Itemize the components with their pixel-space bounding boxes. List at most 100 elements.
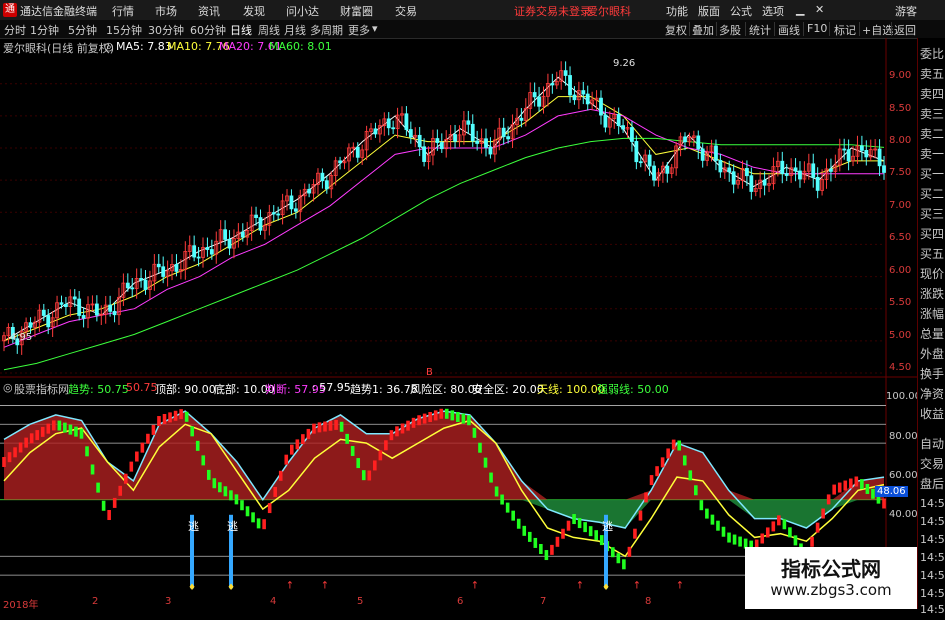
quote-label-buy3[interactable]: 买三 bbox=[920, 204, 945, 224]
tab-monthly[interactable]: 月线 bbox=[284, 22, 306, 38]
menu-item-caifuquan[interactable]: 财富圈 bbox=[340, 3, 373, 19]
trend-bar bbox=[433, 410, 438, 421]
tool-biaoji[interactable]: 标记 bbox=[834, 22, 856, 38]
menu-item-zixun[interactable]: 资讯 bbox=[198, 3, 220, 19]
quote-label-buy5[interactable]: 买五 bbox=[920, 244, 945, 264]
minimize-icon[interactable]: ▁ bbox=[796, 3, 804, 16]
quote-label-sell5[interactable]: 卖五 bbox=[920, 64, 945, 84]
trend-bar bbox=[666, 448, 670, 459]
tab-multi-period[interactable]: 多周期 bbox=[310, 22, 343, 38]
quote-label-weibi[interactable]: 委比 bbox=[920, 44, 945, 64]
quote-label-sell4[interactable]: 卖四 bbox=[920, 84, 945, 104]
menu-item-gongshi[interactable]: 公式 bbox=[730, 3, 752, 19]
quote-label-afterhours[interactable]: 盘后 bbox=[920, 474, 945, 494]
tool-duogu[interactable]: 多股 bbox=[719, 22, 741, 38]
menu-item-xuanxiang[interactable]: 选项 bbox=[762, 3, 784, 19]
trend-bar bbox=[699, 500, 704, 511]
candle-body bbox=[652, 165, 656, 181]
watermark: 指标公式网 www.zbgs3.com bbox=[745, 547, 917, 609]
quote-label-nav[interactable]: 净资 bbox=[920, 384, 945, 404]
trend-bar bbox=[815, 522, 820, 533]
ma5-label: MA5: 7.83 bbox=[116, 40, 172, 53]
quote-label-sell1[interactable]: 卖一 bbox=[920, 144, 945, 164]
trend-bar bbox=[522, 525, 527, 536]
kline-chart[interactable]: ♦ ♦ ♦ ↑ ↑ ↑ ↑ ↑ ↑ bbox=[0, 38, 917, 609]
candle-body bbox=[488, 147, 493, 155]
trend-bar bbox=[450, 410, 455, 421]
trend-bar bbox=[417, 415, 421, 426]
quote-label-buy2[interactable]: 买二 bbox=[920, 184, 945, 204]
quote-label-auto[interactable]: 自动 bbox=[920, 434, 945, 454]
candle-body bbox=[718, 159, 723, 173]
candle-body bbox=[700, 148, 705, 161]
tool-diejia[interactable]: 叠加 bbox=[692, 22, 714, 38]
tool-add-watchlist[interactable]: +自选 bbox=[862, 22, 893, 38]
chevron-down-icon[interactable]: ▾ bbox=[372, 22, 378, 35]
menu-item-banmian[interactable]: 版面 bbox=[698, 3, 720, 19]
menu-item-wenxiaoda[interactable]: 问小达 bbox=[286, 3, 319, 19]
menu-item-shichang[interactable]: 市场 bbox=[155, 3, 177, 19]
quote-label-turnover[interactable]: 换手 bbox=[920, 364, 945, 384]
quote-label-change-pct[interactable]: 涨幅 bbox=[920, 304, 945, 324]
settings-icon[interactable]: ◎ bbox=[3, 381, 13, 394]
tab-more[interactable]: 更多 bbox=[348, 22, 370, 38]
tool-tongji[interactable]: 统计 bbox=[749, 22, 771, 38]
candle-body bbox=[125, 282, 130, 289]
escape-signal-label: 逃 bbox=[602, 520, 613, 533]
tool-huaxian[interactable]: 画线 bbox=[778, 22, 800, 38]
candle-body bbox=[683, 136, 687, 143]
trend-bar bbox=[367, 470, 372, 481]
trend-bar bbox=[96, 482, 100, 493]
menu-item-gongneng[interactable]: 功能 bbox=[666, 3, 688, 19]
quote-label-sell3[interactable]: 卖三 bbox=[920, 104, 945, 124]
trend-bar bbox=[206, 469, 211, 480]
trend-bar bbox=[483, 457, 488, 468]
menu-item-hangqing[interactable]: 行情 bbox=[112, 3, 134, 19]
quote-label-trade[interactable]: 交易 bbox=[920, 454, 945, 474]
trend-bar bbox=[74, 426, 78, 437]
candle-body bbox=[616, 114, 621, 127]
tab-5min[interactable]: 5分钟 bbox=[68, 22, 97, 38]
tab-weekly[interactable]: 周线 bbox=[258, 22, 280, 38]
tab-60min[interactable]: 60分钟 bbox=[190, 22, 226, 38]
menu-item-jiaoyi[interactable]: 交易 bbox=[395, 3, 417, 19]
quote-label-buy4[interactable]: 买四 bbox=[920, 224, 945, 244]
trend-bar bbox=[323, 421, 327, 432]
quote-label-price[interactable]: 现价 bbox=[920, 264, 945, 284]
current-stock-name: 爱尔眼科 bbox=[587, 5, 631, 18]
quote-label-sell2[interactable]: 卖二 bbox=[920, 124, 945, 144]
guest-user[interactable]: 游客 bbox=[895, 3, 917, 19]
quote-label-eps[interactable]: 收益 bbox=[920, 404, 945, 424]
candle-body bbox=[727, 167, 732, 173]
quote-label-change[interactable]: 涨跌 bbox=[920, 284, 945, 304]
trend-bar bbox=[411, 417, 416, 428]
trend-bar bbox=[350, 445, 355, 456]
close-icon[interactable]: ✕ bbox=[815, 3, 824, 16]
trend-bar bbox=[616, 553, 621, 564]
trend-bar bbox=[184, 411, 189, 422]
x-axis-label: 4 bbox=[270, 596, 277, 607]
candle-body bbox=[846, 149, 851, 162]
candle-body bbox=[519, 117, 524, 121]
tab-15min[interactable]: 15分钟 bbox=[106, 22, 142, 38]
trend-bar bbox=[157, 416, 161, 427]
candle-body bbox=[28, 322, 33, 328]
divider bbox=[774, 22, 775, 36]
trend-bar bbox=[85, 446, 89, 457]
tool-back[interactable]: 返回 bbox=[894, 22, 916, 38]
tool-f10[interactable]: F10 bbox=[807, 22, 827, 35]
quote-label-volume[interactable]: 总量 bbox=[920, 324, 945, 344]
tab-fenshi[interactable]: 分时 bbox=[4, 22, 26, 38]
tool-fuquan[interactable]: 复权 bbox=[665, 22, 687, 38]
trade-login-warning[interactable]: 证券交易未登录 bbox=[514, 3, 591, 19]
trend-bar bbox=[24, 437, 28, 448]
quote-label-buy1[interactable]: 买一 bbox=[920, 164, 945, 184]
tab-daily[interactable]: 日线 bbox=[230, 22, 252, 38]
trend-bar bbox=[129, 461, 134, 472]
tab-30min[interactable]: 30分钟 bbox=[148, 22, 184, 38]
price-axis-label: 7.00 bbox=[889, 200, 912, 211]
menu-item-faxian[interactable]: 发现 bbox=[243, 3, 265, 19]
settings-icon[interactable]: ◎ bbox=[104, 40, 114, 53]
tab-1min[interactable]: 1分钟 bbox=[30, 22, 59, 38]
quote-label-outer[interactable]: 外盘 bbox=[920, 344, 945, 364]
